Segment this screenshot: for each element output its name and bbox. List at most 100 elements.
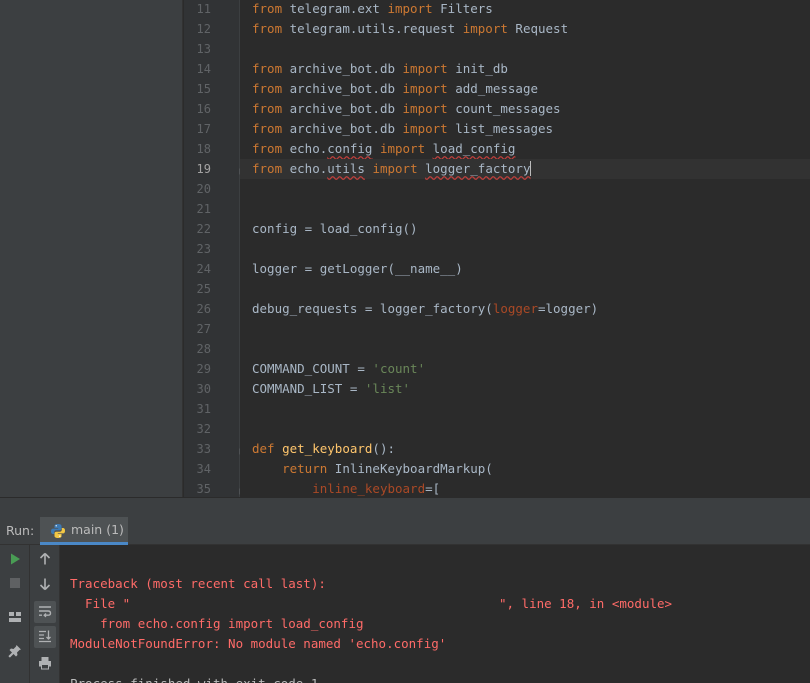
pin-tab-button[interactable] [4,641,26,663]
rerun-button[interactable] [4,549,26,571]
line-number: 16 [196,102,211,116]
code-token: config [327,141,373,156]
code-line[interactable]: from telegram.utils.request import Reque… [240,19,810,39]
code-token: load_config [432,141,516,156]
gutter-line[interactable]: 26 [184,299,240,319]
scroll-up-button[interactable] [34,549,56,571]
code-line[interactable] [240,179,810,199]
code-line[interactable] [240,339,810,359]
stop-button[interactable] [4,573,26,595]
code-line[interactable]: from archive_bot.db import list_messages [240,119,810,139]
gutter-line[interactable]: 35 [184,479,248,499]
gutter-line[interactable]: 11 [184,0,240,19]
code-string: 'count' [372,361,426,376]
code-token: list_messages [447,121,554,136]
scroll-down-button[interactable] [34,574,56,596]
code-token: echo. [282,141,328,156]
gutter-line[interactable]: 34 [184,459,240,479]
gutter-line[interactable]: 13 [184,39,240,59]
code-keyword: import [402,61,448,76]
gutter-line[interactable]: 28 [184,339,240,359]
code-keyword: import [402,121,448,136]
line-number: 32 [196,422,211,436]
gutter-line[interactable]: 22 [184,219,240,239]
line-number: 13 [196,42,211,56]
gutter-line[interactable]: 20 [184,179,240,199]
line-number: 33 [196,442,211,456]
run-console-output[interactable]: Traceback (most recent call last): File … [61,545,810,683]
soft-wrap-toggle[interactable] [34,601,56,623]
code-line[interactable]: def get_keyboard(): [240,439,810,459]
gutter-line[interactable]: 12 [184,19,240,39]
code-token: Filters [432,1,493,16]
pin-icon [8,644,22,661]
code-line[interactable] [240,39,810,59]
project-panel[interactable] [0,0,183,497]
console-error-line: File " ", line 18, in <module> [70,596,673,611]
code-line[interactable]: logger = getLogger(__name__) [240,259,810,279]
code-line[interactable]: COMMAND_LIST = 'list' [240,379,810,399]
code-line[interactable] [240,399,810,419]
gutter-line[interactable]: 30 [184,379,240,399]
gutter-line[interactable]: 32 [184,419,240,439]
line-gutter[interactable]: 11 12 13 14 15 16 17 18 19 20 21 22 23 24 25 26 27 28 29 30… [184,0,248,499]
gutter-line[interactable]: 15 [184,79,240,99]
scroll-to-end-toggle[interactable] [34,626,56,648]
code-token: logger_factory [425,161,531,176]
code-editor[interactable]: from telegram.ext import Filters from tel… [240,0,810,497]
code-keyword: import [462,21,508,36]
line-number: 20 [196,182,211,196]
gutter-line[interactable]: 25 [184,279,240,299]
code-line[interactable]: from archive_bot.db import init_db [240,59,810,79]
code-line[interactable]: debug_requests = logger_factory(logger=l… [240,299,810,319]
code-line[interactable] [240,419,810,439]
code-line[interactable]: return InlineKeyboardMarkup( [240,459,810,479]
gutter-line[interactable]: 29 [184,359,240,379]
line-number: 26 [196,302,211,316]
gutter-line[interactable]: 16 [184,99,240,119]
code-keyword: import [379,141,426,156]
code-line[interactable] [240,239,810,259]
code-line[interactable]: from echo.utils import logger_factory [240,159,810,179]
print-button[interactable] [34,653,56,675]
code-line[interactable]: from archive_bot.db import count_message… [240,99,810,119]
code-token: inline_keyboard [312,481,426,496]
gutter-line[interactable]: 19 [184,159,248,179]
gutter-line[interactable]: 33 [184,439,248,459]
layout-icon [8,610,22,627]
run-tab-main[interactable]: main (1) [40,517,128,545]
gutter-line[interactable]: 18 [184,139,240,159]
line-number: 23 [196,242,211,256]
code-keyword: from [252,81,283,96]
line-number: 22 [196,222,211,236]
code-token: =logger) [537,301,599,316]
code-line[interactable]: from echo.config import load_config [240,139,810,159]
code-line[interactable] [240,199,810,219]
console-line: Process finished with exit code 1 [70,674,318,683]
code-line[interactable] [240,319,810,339]
gutter-line[interactable]: 31 [184,399,240,419]
code-line[interactable]: from archive_bot.db import add_message [240,79,810,99]
line-number: 34 [196,462,211,476]
gutter-line[interactable]: 27 [184,319,240,339]
code-keyword: from [252,21,283,36]
gutter-line[interactable]: 24 [184,259,240,279]
code-line[interactable]: inline_keyboard=[ [240,479,810,497]
line-number: 24 [196,262,211,276]
code-line[interactable]: config = load_config() [240,219,810,239]
gutter-line[interactable]: 17 [184,119,240,139]
gutter-line[interactable]: 23 [184,239,240,259]
code-line[interactable]: from telegram.ext import Filters [240,0,810,19]
code-line[interactable] [240,279,810,299]
code-token: count_messages [447,101,561,116]
panel-splitter[interactable] [0,497,810,517]
code-line[interactable]: COMMAND_COUNT = 'count' [240,359,810,379]
gutter-line[interactable]: 14 [184,59,240,79]
layout-button[interactable] [4,607,26,629]
gutter-line[interactable]: 21 [184,199,240,219]
